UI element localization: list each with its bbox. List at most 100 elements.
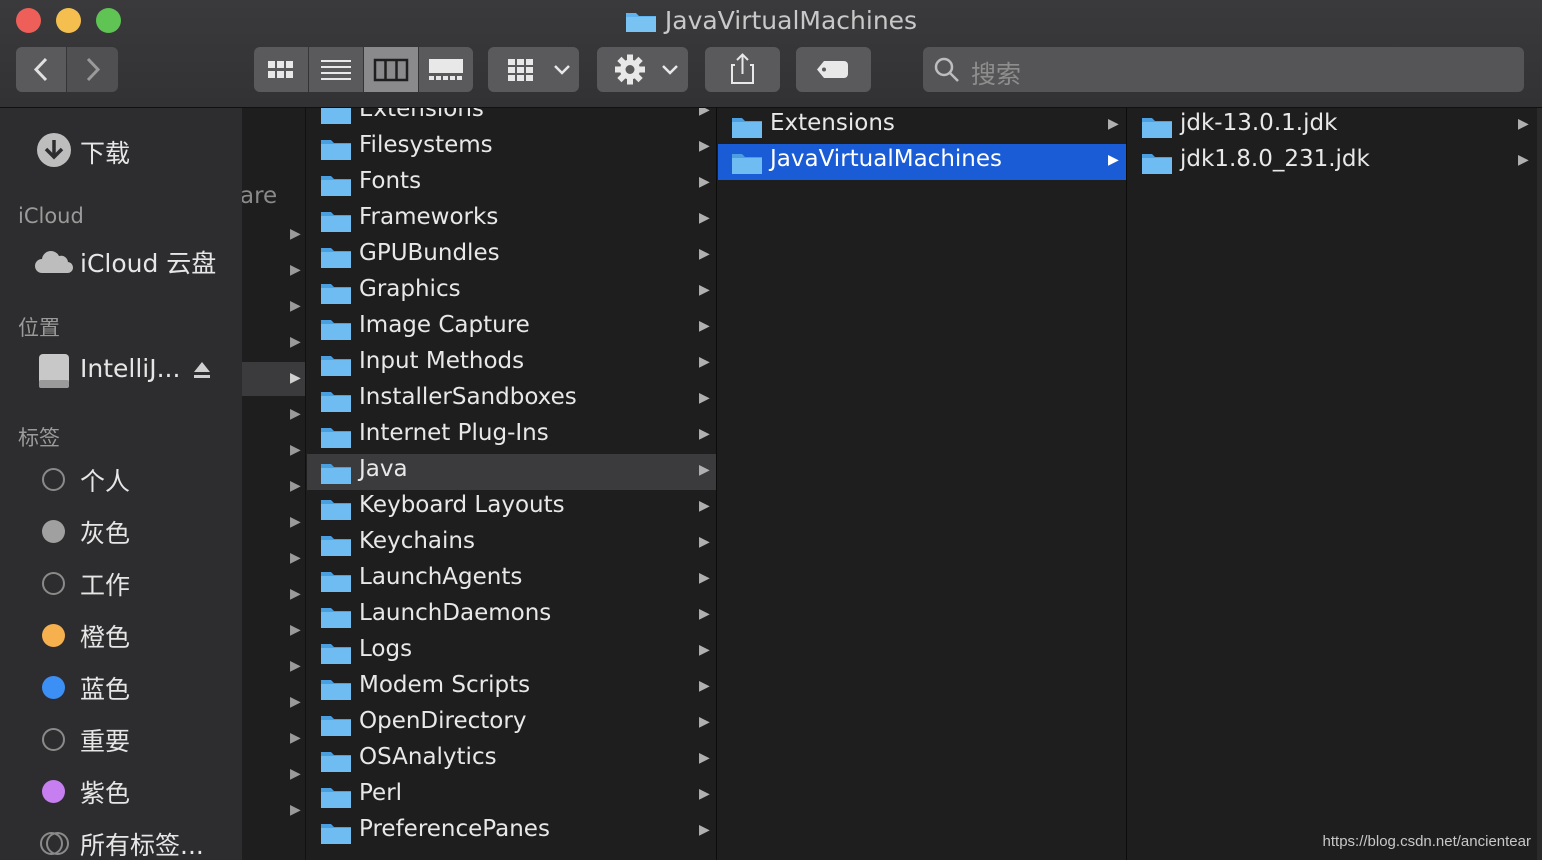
sidebar-item-all-tags[interactable]: 所有标签... <box>0 820 242 860</box>
forward-button[interactable] <box>67 47 118 92</box>
truncated-item-text: are <box>242 183 278 209</box>
folder-row[interactable]: PreferencePanes ▶ <box>307 814 716 850</box>
folder-name: Filesystems <box>359 132 493 158</box>
tag-color-dot-icon <box>42 520 65 543</box>
disclosure-arrow-icon: ▶ <box>290 226 301 242</box>
folder-row[interactable]: InstallerSandboxes ▶ <box>307 382 716 418</box>
folder-name: jdk1.8.0_231.jdk <box>1180 146 1370 172</box>
disclosure-arrow-icon: ▶ <box>290 370 301 386</box>
sidebar-item-tag[interactable]: 灰色 <box>0 508 242 552</box>
folder-icon <box>320 461 352 491</box>
back-button[interactable] <box>16 47 66 92</box>
folder-row[interactable]: Modem Scripts ▶ <box>307 670 716 706</box>
folder-row[interactable]: Image Capture ▶ <box>307 310 716 346</box>
search-icon <box>934 57 959 82</box>
sidebar: 下载 iCloud iCloud 云盘 位置 IntelliJ... 标签 个人… <box>0 108 242 860</box>
sidebar-item-tag[interactable]: 蓝色 <box>0 664 242 708</box>
folder-row[interactable]: Internet Plug-Ins ▶ <box>307 418 716 454</box>
sidebar-item-tag[interactable]: 紫色 <box>0 768 242 812</box>
sidebar-item-icloud-drive[interactable]: iCloud 云盘 <box>0 238 242 282</box>
column-view-button[interactable] <box>364 47 418 92</box>
group-by-button[interactable] <box>488 47 579 92</box>
search-field[interactable]: 搜索 <box>923 47 1524 92</box>
folder-name: Image Capture <box>359 312 530 338</box>
folder-icon <box>320 713 352 743</box>
disclosure-arrow-icon: ▶ <box>699 390 710 406</box>
folder-row[interactable]: Fonts ▶ <box>307 166 716 202</box>
disclosure-arrow-icon: ▶ <box>699 714 710 730</box>
folder-name: LaunchDaemons <box>359 600 552 626</box>
folder-name: Keychains <box>359 528 475 554</box>
disclosure-arrow-icon: ▶ <box>1518 116 1529 132</box>
folder-row[interactable]: Frameworks ▶ <box>307 202 716 238</box>
folder-icon <box>731 115 763 145</box>
sidebar-item-tag[interactable]: 重要 <box>0 716 242 760</box>
browser-column-1[interactable]: Extensions ▶ Filesystems ▶ Fonts ▶ Frameworks ▶… <box>307 108 717 860</box>
sidebar-item-tag[interactable]: 工作 <box>0 560 242 604</box>
folder-icon <box>320 108 352 131</box>
action-menu-button[interactable] <box>597 47 688 92</box>
sidebar-item-label: 下载 <box>80 139 131 168</box>
folder-row[interactable]: jdk1.8.0_231.jdk ▶ <box>1128 144 1537 180</box>
tags-button[interactable] <box>796 47 871 92</box>
search-placeholder: 搜索 <box>971 60 1022 89</box>
folder-name: Frameworks <box>359 204 499 230</box>
folder-row[interactable]: Extensions ▶ <box>718 108 1126 144</box>
sidebar-item-tag[interactable]: 橙色 <box>0 612 242 656</box>
folder-row[interactable]: Perl ▶ <box>307 778 716 814</box>
folder-row[interactable]: JavaVirtualMachines ▶ <box>718 144 1126 180</box>
folder-row[interactable]: Java ▶ <box>307 454 716 490</box>
browser-column-2[interactable]: Extensions ▶ JavaVirtualMachines ▶ <box>718 108 1127 860</box>
folder-icon <box>320 605 352 635</box>
folder-row[interactable]: OpenDirectory ▶ <box>307 706 716 742</box>
folder-row-partial[interactable] <box>307 850 716 860</box>
cloud-icon <box>35 251 74 274</box>
disclosure-arrow-icon: ▶ <box>699 210 710 226</box>
folder-icon <box>320 389 352 419</box>
folder-row[interactable]: OSAnalytics ▶ <box>307 742 716 778</box>
folder-row[interactable]: jdk-13.0.1.jdk ▶ <box>1128 108 1537 144</box>
folder-name: JavaVirtualMachines <box>770 146 1002 172</box>
folder-row[interactable]: Filesystems ▶ <box>307 130 716 166</box>
sidebar-item-tag[interactable]: 个人 <box>0 456 242 500</box>
eject-icon[interactable] <box>192 360 212 380</box>
tag-icon <box>817 61 848 78</box>
sidebar-item-label: 重要 <box>80 727 131 756</box>
list-icon <box>321 60 351 80</box>
folder-row[interactable]: Extensions ▶ <box>307 108 716 130</box>
list-view-button[interactable] <box>309 47 363 92</box>
all-tags-icon <box>40 832 69 855</box>
disclosure-arrow-icon: ▶ <box>699 642 710 658</box>
disclosure-arrow-icon: ▶ <box>1108 116 1119 132</box>
browser-column-0[interactable]: are ▶ ▶ ▶ ▶ ▶ ▶ ▶ ▶ ▶ ▶ ▶ ▶ ▶ ▶ ▶ ▶ ▶ <box>242 108 306 860</box>
folder-row[interactable]: Input Methods ▶ <box>307 346 716 382</box>
disclosure-arrow-icon: ▶ <box>290 514 301 530</box>
disclosure-arrow-icon: ▶ <box>290 262 301 278</box>
share-button[interactable] <box>705 47 780 92</box>
gallery-view-button[interactable] <box>419 47 473 92</box>
folder-name: Java <box>359 456 408 482</box>
folder-row[interactable]: LaunchDaemons ▶ <box>307 598 716 634</box>
folder-row[interactable]: Logs ▶ <box>307 634 716 670</box>
toolbar: JavaVirtualMachines 搜索 <box>0 0 1542 108</box>
icon-view-button[interactable] <box>254 47 308 92</box>
folder-icon <box>1141 151 1173 181</box>
folder-row[interactable]: Keychains ▶ <box>307 526 716 562</box>
folder-row[interactable]: LaunchAgents ▶ <box>307 562 716 598</box>
sidebar-item-label: 橙色 <box>80 623 131 652</box>
sidebar-item-intellij-volume[interactable]: IntelliJ... <box>0 348 242 392</box>
folder-row[interactable]: GPUBundles ▶ <box>307 238 716 274</box>
folder-row[interactable]: Keyboard Layouts ▶ <box>307 490 716 526</box>
disclosure-arrow-icon: ▶ <box>699 462 710 478</box>
sidebar-item-label: iCloud 云盘 <box>80 249 217 278</box>
folder-icon <box>320 209 352 239</box>
disclosure-arrow-icon: ▶ <box>699 318 710 334</box>
disclosure-arrow-icon: ▶ <box>290 658 301 674</box>
folder-row[interactable]: Graphics ▶ <box>307 274 716 310</box>
download-icon <box>37 133 71 167</box>
sidebar-item-downloads[interactable]: 下载 <box>0 128 242 172</box>
folder-icon <box>320 353 352 383</box>
browser-column-3[interactable]: jdk-13.0.1.jdk ▶ jdk1.8.0_231.jdk ▶ <box>1128 108 1537 860</box>
sidebar-item-label: 蓝色 <box>80 675 131 704</box>
folder-icon <box>320 173 352 203</box>
